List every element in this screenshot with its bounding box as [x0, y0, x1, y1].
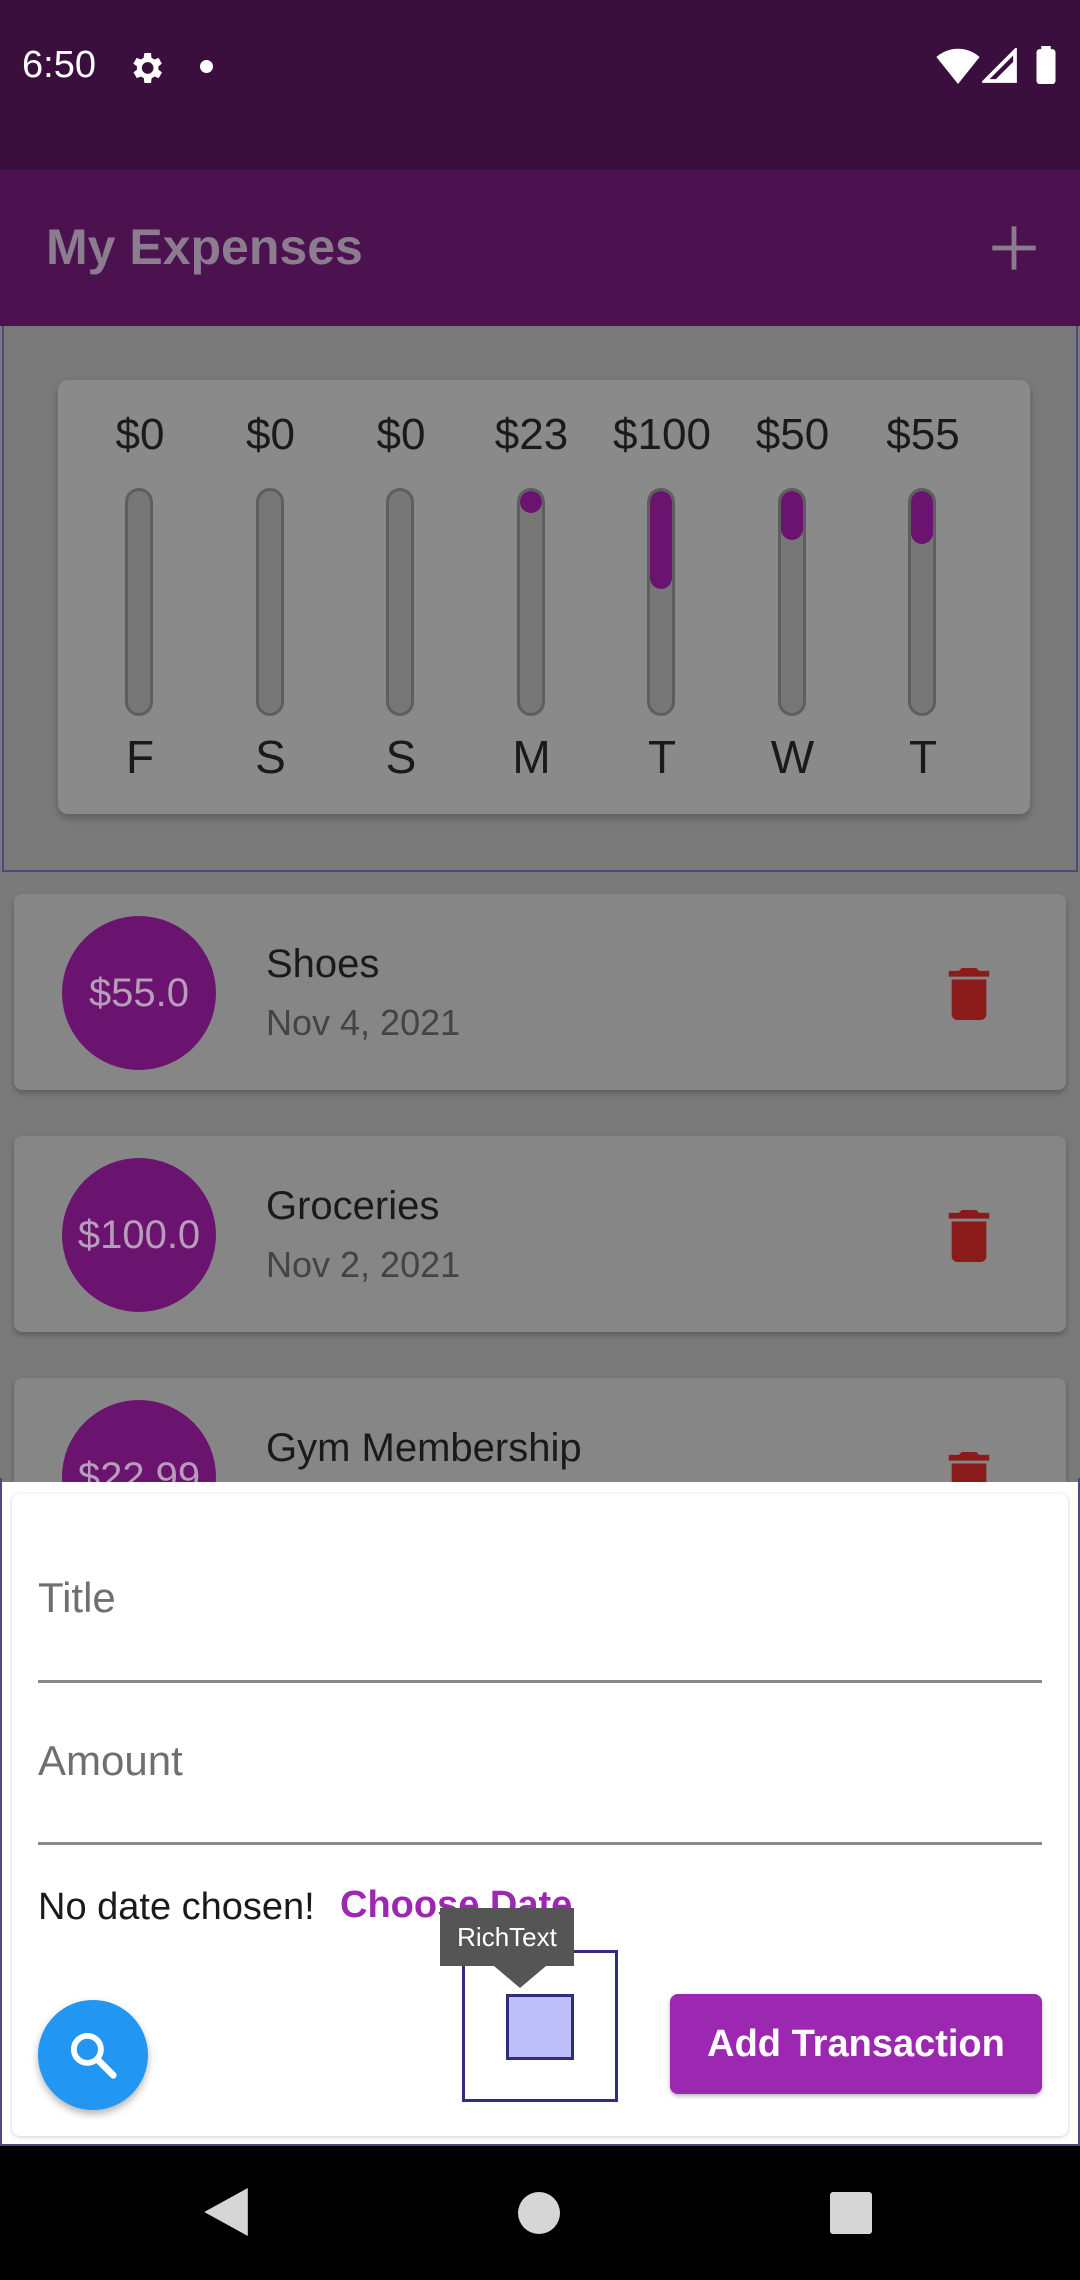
add-transaction-button[interactable]: Add Transaction [670, 1994, 1042, 2094]
chart-bar-column: $23 M [477, 380, 587, 814]
chart-region: $0 F $0 S $0 S $23 M $100 T $50 W $55 T [2, 326, 1078, 872]
transaction-date: Nov 4, 2021 [266, 1002, 461, 1043]
back-icon[interactable] [204, 2188, 248, 2236]
bar-amount-label: $0 [376, 410, 426, 459]
signal-icon [982, 48, 1017, 83]
gear-icon [133, 53, 162, 83]
bar-track [516, 488, 545, 716]
bar-day-label: F [125, 731, 155, 783]
title-field-underline [38, 1680, 1042, 1683]
bar-fill [519, 491, 542, 514]
bar-amount-label: $100 [613, 410, 711, 459]
home-icon[interactable] [518, 2192, 560, 2234]
transaction-card: $55.0 Shoes Nov 4, 2021 [14, 894, 1066, 1090]
chart-bar-column: $55 T [868, 380, 978, 814]
delete-icon[interactable] [948, 1210, 990, 1262]
bar-day-label: S [385, 731, 417, 783]
bar-track [386, 488, 414, 716]
amount-field[interactable]: Amount [38, 1737, 183, 1785]
search-fab[interactable] [38, 2000, 148, 2110]
bar-day-label: T [647, 731, 677, 783]
recents-icon[interactable] [830, 2192, 872, 2234]
chart-bar-column: $0 S [346, 380, 456, 814]
amount-avatar: $100.0 [62, 1158, 216, 1312]
inspector-tooltip-arrow [494, 1966, 546, 1988]
page-title: My Expenses [46, 219, 363, 275]
amount-avatar: $55.0 [62, 916, 216, 1070]
amount-field-underline [38, 1842, 1042, 1845]
status-time: 6:50 [22, 44, 96, 86]
chart-bar-column: $100 T [607, 380, 717, 814]
bar-track [777, 488, 806, 716]
bar-amount-label: $23 [494, 410, 569, 459]
bar-fill [911, 491, 933, 545]
transaction-title: Gym Membership [266, 1426, 582, 1470]
bar-fill [650, 491, 672, 589]
wifi-icon [936, 48, 980, 84]
bar-amount-label: $0 [246, 410, 295, 459]
bar-track [255, 488, 284, 716]
add-icon[interactable] [988, 222, 1040, 274]
bar-day-label: W [770, 731, 815, 783]
bar-amount-label: $50 [755, 410, 830, 459]
transaction-title: Groceries [266, 1184, 440, 1228]
bar-day-label: S [255, 731, 286, 783]
transaction-date: Nov 2, 2021 [266, 1244, 461, 1285]
weekly-chart-card: $0 F $0 S $0 S $23 M $100 T $50 W $55 T [58, 380, 1030, 814]
bar-day-label: T [908, 731, 938, 783]
app-bar: My Expenses [0, 170, 1080, 326]
transaction-card: $100.0 Groceries Nov 2, 2021 [14, 1136, 1066, 1332]
status-bar: 6:50 [0, 0, 1080, 170]
search-icon [70, 2032, 117, 2079]
bar-track [647, 488, 675, 716]
chart-bar-column: $0 S [216, 380, 326, 814]
navigation-bar [0, 2146, 1080, 2280]
inspector-tooltip: RichText [440, 1908, 574, 1966]
bar-amount-label: $0 [115, 410, 165, 459]
bar-fill [780, 491, 803, 540]
chart-bar-column: $50 W [738, 380, 848, 814]
bar-track [125, 488, 153, 716]
bar-track [908, 488, 936, 716]
date-status-text: No date chosen! [38, 1886, 315, 1928]
title-field[interactable]: Title [38, 1574, 116, 1622]
bar-amount-label: $55 [886, 410, 960, 459]
bar-day-label: M [512, 731, 551, 783]
transaction-title: Shoes [266, 942, 380, 986]
inspector-widget-highlight [506, 1994, 574, 2060]
notification-dot-icon [200, 60, 213, 73]
battery-icon [1036, 46, 1056, 84]
delete-icon[interactable] [948, 968, 990, 1020]
chart-bar-column: $0 F [85, 380, 195, 814]
